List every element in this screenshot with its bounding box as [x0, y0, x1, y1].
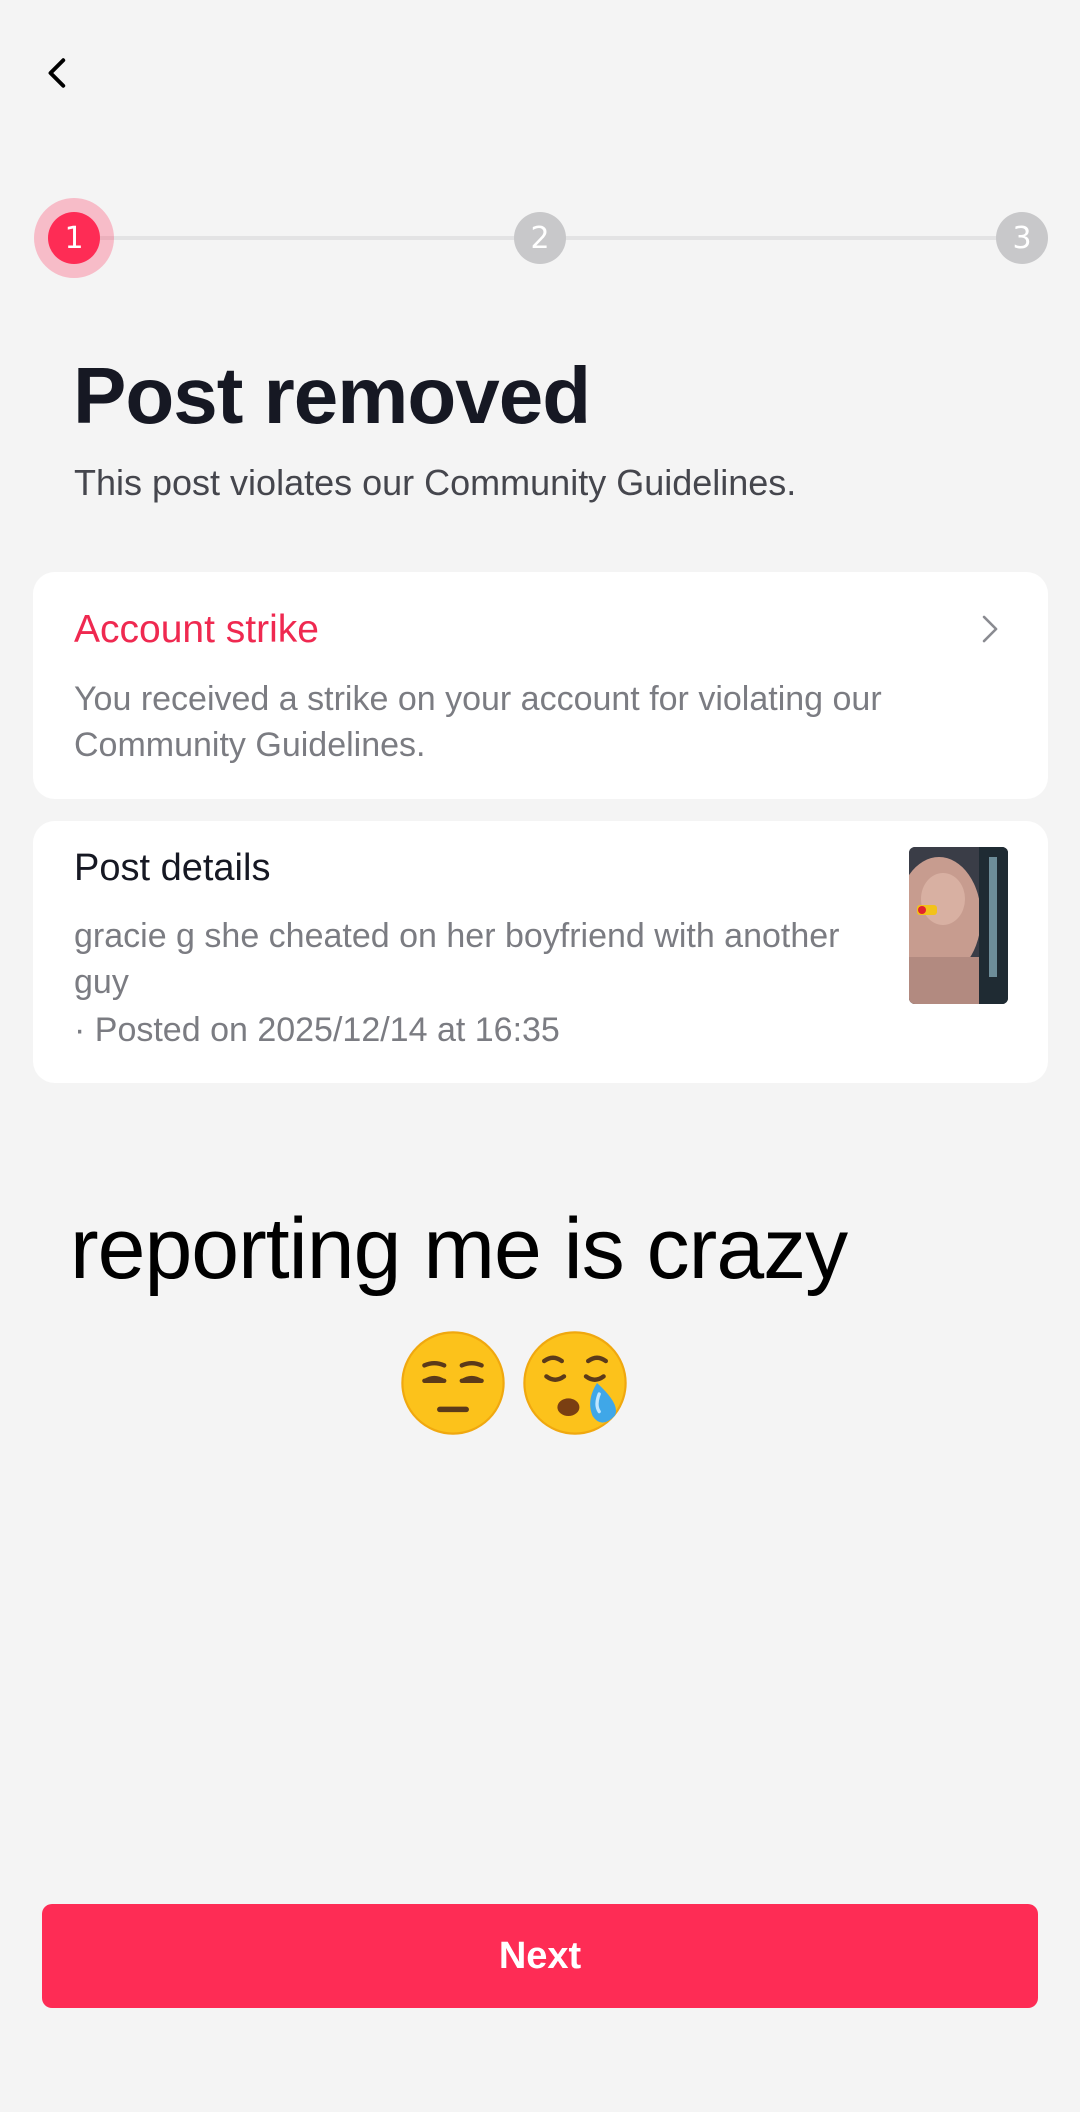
step-3-indicator: 3: [996, 212, 1048, 264]
back-button[interactable]: [30, 45, 86, 101]
account-strike-title: Account strike: [74, 608, 319, 651]
post-thumbnail-image: [909, 847, 1008, 1004]
post-thumbnail[interactable]: [909, 847, 1008, 1004]
account-strike-card[interactable]: Account strike You received a strike on …: [33, 572, 1048, 799]
progress-stepper: 1 2 3: [32, 196, 1052, 280]
account-strike-description: You received a strike on your account fo…: [74, 680, 882, 764]
post-details-card: Post details gracie g she cheated on her…: [33, 821, 1048, 1083]
overlay-caption-text: reporting me is crazy: [70, 1201, 848, 1297]
page-title: Post removed: [73, 351, 591, 440]
post-details-title: Post details: [74, 847, 271, 889]
step-1-indicator: 1: [48, 212, 100, 264]
post-caption: gracie g she cheated on her boyfriend wi…: [74, 917, 840, 1001]
chevron-right-icon: [982, 615, 998, 643]
step-2-indicator: 2: [514, 212, 566, 264]
page-subtitle: This post violates our Community Guideli…: [74, 462, 797, 503]
chevron-left-icon: [48, 58, 66, 88]
sleepy-face-icon: [523, 1331, 627, 1435]
next-button[interactable]: Next: [42, 1904, 1038, 2008]
relieved-face-icon: [401, 1331, 505, 1435]
overlay-emojis: [398, 1328, 630, 1438]
post-date: · Posted on 2025/12/14 at 16:35: [74, 1011, 560, 1049]
